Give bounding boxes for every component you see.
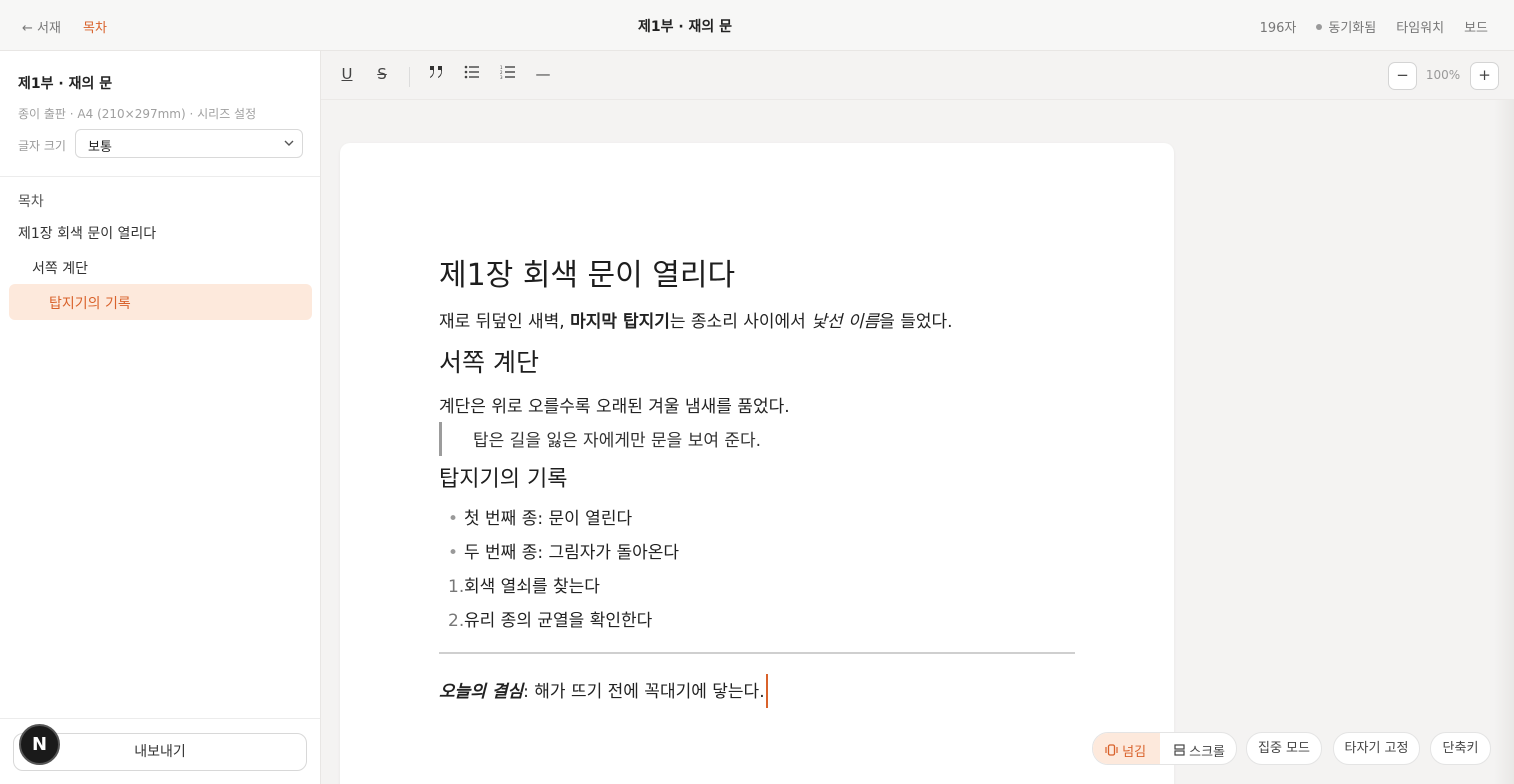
zoom-out-button[interactable]: − — [1388, 62, 1417, 90]
paragraph: 오늘의 결심: 해가 뜨기 전에 꼭대기에 닿는다. — [439, 674, 768, 708]
document-page[interactable]: 제1장 회색 문이 열리다 재로 뒤덮인 새벽, 마지막 탑지기는 종소리 사이… — [340, 143, 1174, 784]
top-bar: ← 서재 목차 제1부 · 재의 문 196자 동기화됨 타임워치 보드 — [0, 0, 1514, 51]
toc-item-west-stairs[interactable]: 서쪽 계단 — [32, 258, 88, 278]
sidebar-divider — [0, 176, 320, 177]
chapter-heading: 제1장 회색 문이 열리다 — [439, 258, 736, 293]
strikethrough-icon: S — [377, 65, 387, 83]
toolbar-divider — [409, 67, 410, 87]
font-size-value: 보통 — [88, 140, 112, 155]
text-cursor — [765, 674, 768, 708]
blockquote-button[interactable] — [424, 65, 448, 87]
sidebar-title: 제1부 · 재의 문 — [18, 76, 113, 92]
canvas-edge — [1494, 100, 1514, 784]
character-count: 196자 — [1259, 21, 1297, 36]
numbered-list-icon: 123 — [500, 65, 516, 83]
bullet-icon: • — [448, 543, 459, 563]
scroll-icon — [1174, 744, 1189, 760]
bullet-list-icon — [464, 65, 480, 83]
scroll-mode-button[interactable]: 스크롤 — [1161, 733, 1236, 764]
list-item: 2.유리 종의 균열을 확인한다 — [448, 611, 653, 631]
page-flip-mode-button[interactable]: 넘김 — [1093, 733, 1160, 764]
avatar[interactable]: N — [19, 724, 60, 765]
document-title: 제1부 · 재의 문 — [637, 19, 733, 35]
chevron-down-icon — [284, 136, 294, 153]
list-item: • 첫 번째 종: 문이 열린다 — [439, 504, 632, 529]
board-button[interactable]: 보드 — [1464, 17, 1488, 36]
list-item: 1.회색 열쇠를 찾는다 — [448, 577, 600, 597]
strikethrough-button[interactable]: S — [370, 65, 394, 87]
zoom-in-button[interactable]: + — [1470, 62, 1499, 90]
scroll-mode-label: 스크롤 — [1189, 745, 1226, 760]
toc-heading: 목차 — [18, 194, 44, 210]
underline-icon: U — [341, 65, 353, 83]
toc-item-label: 탑지기의 기록 — [49, 296, 131, 312]
section-heading: 탑지기의 기록 — [439, 467, 568, 492]
vibrate-icon — [1105, 744, 1122, 760]
sync-status: 동기화됨 — [1316, 17, 1376, 36]
sidebar: 제1부 · 재의 문 종이 출판 · A4 (210×297mm) · 시리즈 … — [0, 51, 321, 784]
bullet-icon: • — [448, 509, 459, 529]
sync-status-label: 동기화됨 — [1328, 21, 1377, 36]
svg-text:3: 3 — [500, 75, 503, 79]
underline-button[interactable]: U — [335, 65, 359, 87]
typewriter-lock-button[interactable]: 타자기 고정 — [1333, 732, 1420, 765]
list-item: • 두 번째 종: 그림자가 돌아온다 — [439, 538, 679, 563]
horizontal-rule-icon: — — [535, 65, 551, 83]
view-mode-toggle: 넘김 스크롤 — [1092, 732, 1237, 765]
bullet-list-button[interactable] — [460, 65, 484, 87]
paragraph: 계단은 위로 오를수록 오래된 겨울 냄새를 품었다. — [439, 397, 790, 417]
format-toolbar: U S 123 — − 100% + — [321, 51, 1514, 100]
font-size-label: 글자 크기 — [18, 139, 66, 153]
blockquote: 탑은 길을 잃은 자에게만 문을 보여 준다. — [439, 422, 761, 456]
numbered-list-button[interactable]: 123 — [496, 65, 520, 87]
flip-mode-label: 넘김 — [1122, 745, 1147, 760]
horizontal-rule — [439, 652, 1075, 654]
focus-mode-button[interactable]: 집중 모드 — [1246, 732, 1322, 765]
quote-icon — [428, 65, 444, 83]
section-heading: 서쪽 계단 — [439, 348, 539, 377]
toc-item-chapter-1[interactable]: 제1장 회색 문이 열리다 — [18, 223, 156, 243]
timer-button[interactable]: 타임워치 — [1396, 17, 1444, 36]
paragraph: 재로 뒤덮인 새벽, 마지막 탑지기는 종소리 사이에서 낯선 이름을 들었다. — [439, 312, 953, 332]
top-bar-actions: 196자 동기화됨 타임워치 보드 — [1260, 17, 1488, 36]
sidebar-divider — [0, 718, 320, 719]
zoom-level: 100% — [1425, 68, 1461, 82]
publication-meta[interactable]: 종이 출판 · A4 (210×297mm) · 시리즈 설정 — [18, 105, 256, 122]
shortcuts-button[interactable]: 단축키 — [1430, 732, 1491, 765]
font-size-select[interactable]: 보통 — [75, 129, 303, 158]
horizontal-rule-button[interactable]: — — [531, 65, 555, 87]
toc-item-keeper-record[interactable]: 탑지기의 기록 — [9, 284, 312, 320]
sync-dot-icon — [1316, 23, 1323, 30]
